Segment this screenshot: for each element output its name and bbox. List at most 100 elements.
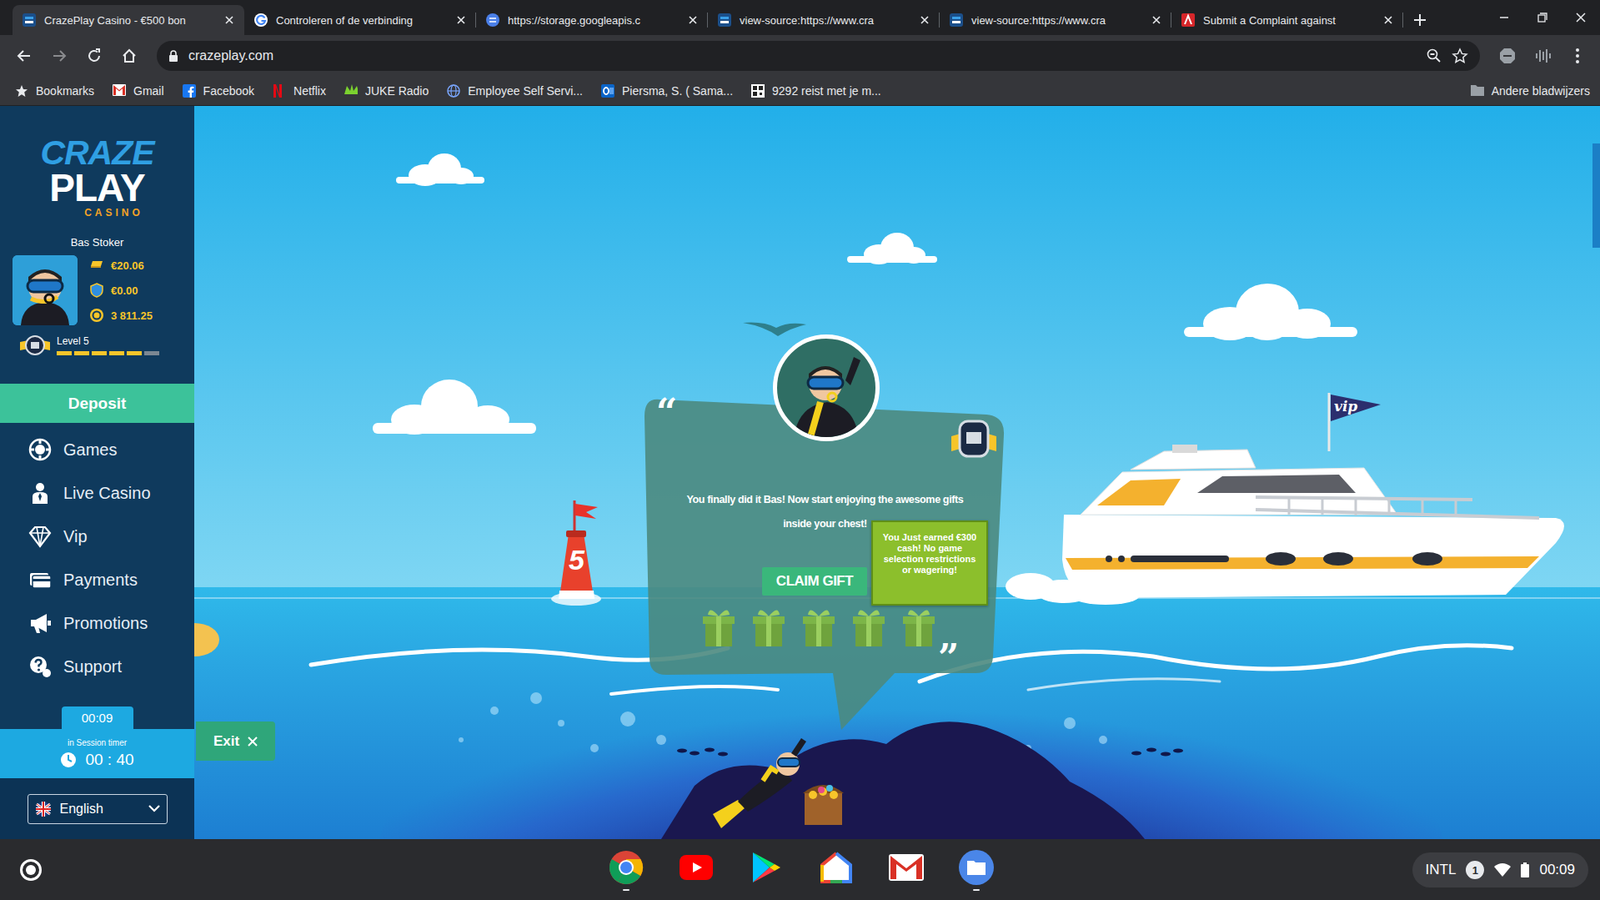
gift-box-icon[interactable] xyxy=(802,607,835,647)
casino-logo[interactable]: CRAZE PLAY CASINO xyxy=(0,105,195,218)
bookmark-label: Bookmarks xyxy=(35,84,95,98)
sidebar-item[interactable]: Promotions xyxy=(0,601,195,645)
close-tab-icon[interactable] xyxy=(687,15,698,26)
browser-tab[interactable]: Submit a Complaint against xyxy=(1171,5,1404,36)
yacht-flag-label: vip xyxy=(1334,397,1358,415)
other-bookmarks[interactable]: Andere bladwijzers xyxy=(1470,84,1590,98)
back-button[interactable] xyxy=(10,41,39,71)
close-quote: ” xyxy=(937,639,959,677)
bookmark[interactable]: 9292 reist met je m... xyxy=(751,84,882,98)
battery-icon xyxy=(1520,862,1530,878)
close-tab-icon[interactable] xyxy=(1383,15,1394,26)
claim-gift-button[interactable]: CLAIM GIFT xyxy=(762,566,868,596)
bookmark-star-icon[interactable] xyxy=(1451,47,1469,65)
shelf-app[interactable] xyxy=(954,848,999,891)
system-tray[interactable]: INTL 1 00:09 xyxy=(1412,852,1589,888)
buoy: 5 xyxy=(546,500,607,607)
bookmark[interactable]: Bookmarks xyxy=(15,84,95,98)
forward-button[interactable] xyxy=(45,41,74,71)
close-tab-icon[interactable] xyxy=(919,15,930,26)
browser-tab[interactable]: Controleren of de verbinding xyxy=(244,5,477,36)
running-indicator xyxy=(973,888,980,891)
gmail-icon xyxy=(885,848,928,886)
minimize-button[interactable] xyxy=(1484,0,1524,36)
gift-box-icon[interactable] xyxy=(752,607,785,647)
diver-icon xyxy=(704,734,848,833)
shelf-app[interactable] xyxy=(884,848,928,891)
files-icon xyxy=(955,848,998,886)
bookmark[interactable]: Employee Self Servi... xyxy=(446,84,583,98)
scrollbar[interactable] xyxy=(1591,105,1600,839)
shelf-app[interactable] xyxy=(814,848,858,891)
message-line: You finally did it Bas! Now start enjoyi… xyxy=(687,491,964,507)
audio-extension[interactable] xyxy=(1528,41,1557,71)
close-window-button[interactable] xyxy=(1561,0,1600,36)
bookmark[interactable]: Netflix xyxy=(272,84,327,98)
tab-title: view-source:https://www.cra xyxy=(739,14,912,27)
diver-portrait-icon xyxy=(772,334,880,442)
bookmark[interactable]: Facebook xyxy=(182,84,255,98)
close-tab-icon[interactable] xyxy=(224,15,235,26)
close-tab-icon[interactable] xyxy=(1151,15,1162,26)
shelf-app[interactable] xyxy=(604,848,648,891)
promotions-icon xyxy=(28,611,52,635)
sidebar-item[interactable]: Live Casino xyxy=(0,471,195,515)
sidebar-menu: Games Live CasinoVip Payments Promotions Sup… xyxy=(0,422,195,688)
sidebar-item[interactable]: Payments xyxy=(0,557,195,602)
tab-title: view-source:https://www.cra xyxy=(971,14,1144,27)
site-favicon-icon xyxy=(717,13,732,27)
sidebar-item-label: Payments xyxy=(63,570,138,590)
address-bar[interactable]: crazeplay.com xyxy=(156,40,1480,71)
logo-line: CRAZE xyxy=(40,135,154,171)
sidebar-item[interactable]: Games xyxy=(0,427,195,472)
browser-tab[interactable]: view-source:https://www.cra xyxy=(707,5,940,36)
session-label: in Session timer xyxy=(67,737,127,748)
diver-avatar-icon[interactable] xyxy=(12,255,78,326)
ov-icon xyxy=(751,84,765,98)
bookmark[interactable]: JUKE Radio xyxy=(344,84,429,98)
bookmark-label: Piersma, S. ( Sama... xyxy=(621,84,733,98)
gift-box-icon[interactable] xyxy=(902,607,935,647)
notification-badge: 1 xyxy=(1465,860,1485,879)
gift-box-icon[interactable] xyxy=(702,607,735,647)
close-tab-icon[interactable] xyxy=(456,15,467,26)
plus-icon xyxy=(1413,13,1427,27)
running-indicator xyxy=(692,888,700,891)
gift-box-icon[interactable] xyxy=(852,607,885,647)
browser-tab[interactable]: https://storage.googleapis.c xyxy=(476,5,708,36)
site-favicon-icon xyxy=(949,13,964,27)
tab-list: CrazePlay Casino - €500 bon Controleren o… xyxy=(12,5,1404,36)
sidebar-item-label: Support xyxy=(63,657,122,677)
new-tab-button[interactable] xyxy=(1403,5,1437,36)
session-time: 00 : 40 xyxy=(85,750,134,769)
sidebar-item[interactable]: Vip xyxy=(0,514,195,558)
language-select[interactable]: English xyxy=(27,793,168,824)
restore-button[interactable] xyxy=(1523,0,1562,36)
shelf-app[interactable] xyxy=(674,848,718,891)
tab-title: CrazePlay Casino - €500 bon xyxy=(44,14,216,27)
sidebar-item-label: Games xyxy=(63,440,117,460)
browser-tab[interactable]: CrazePlay Casino - €500 bon xyxy=(12,5,245,36)
deposit-button[interactable]: Deposit xyxy=(0,383,195,423)
shelf-app[interactable] xyxy=(744,848,788,891)
sidebar-item[interactable]: Support xyxy=(0,644,195,688)
exit-button[interactable]: Exit xyxy=(195,721,276,761)
vip-icon xyxy=(28,524,52,548)
gmail-icon xyxy=(112,84,126,98)
zoom-out-icon[interactable] xyxy=(1426,48,1442,64)
reload-button[interactable] xyxy=(80,41,109,71)
tab-strip: CrazePlay Casino - €500 bon Controleren o… xyxy=(0,0,1600,36)
menu-button[interactable] xyxy=(1563,41,1592,71)
browser-tab[interactable]: view-source:https://www.cra xyxy=(939,5,1172,36)
clock-icon xyxy=(60,751,77,768)
bookmark[interactable]: Gmail xyxy=(112,84,165,98)
bookmark[interactable]: Piersma, S. ( Sama... xyxy=(601,84,733,98)
vip-yacht[interactable]: vip xyxy=(1005,392,1573,606)
launcher-button[interactable] xyxy=(20,858,42,881)
bonus-value: €0.00 xyxy=(110,284,139,297)
adblock-extension[interactable] xyxy=(1493,41,1522,71)
bookmark-label: JUKE Radio xyxy=(365,84,429,98)
game-scene: 5 vip xyxy=(194,105,1600,839)
home-button[interactable] xyxy=(115,41,144,71)
scrollbar-thumb[interactable] xyxy=(1592,143,1600,248)
